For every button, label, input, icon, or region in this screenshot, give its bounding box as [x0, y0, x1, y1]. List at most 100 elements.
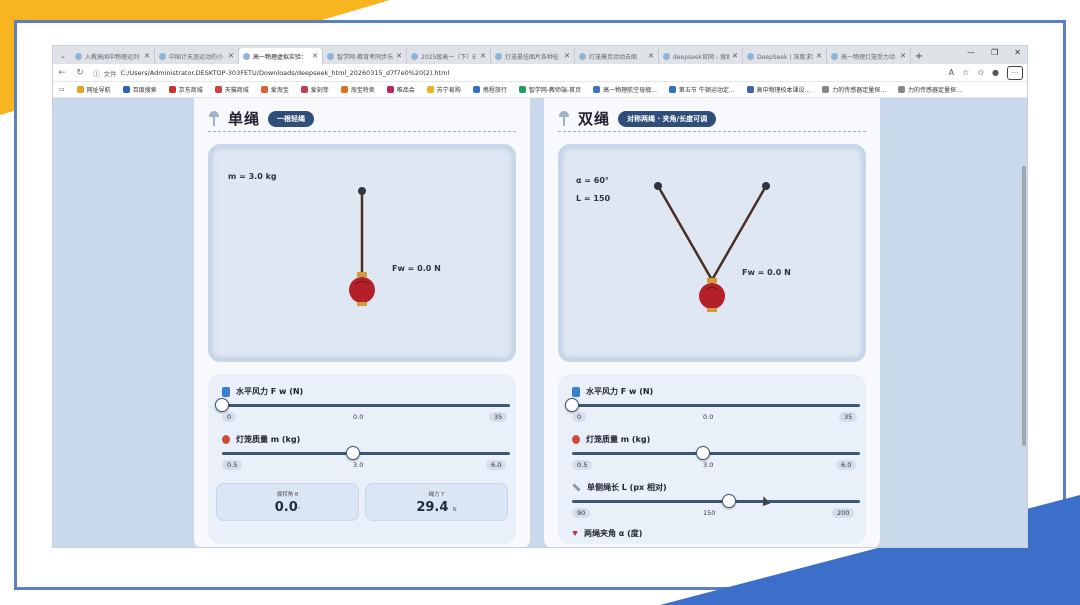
bookmark-item[interactable]: 百度搜索 — [122, 85, 157, 94]
bookmark-item[interactable]: 高中物理校本课设... — [746, 85, 810, 94]
tension-stat: 绳力 T 29.4 N — [365, 483, 508, 521]
wind-value: 0.0 — [353, 413, 364, 421]
page-content: 单绳 一根轻绳 m = 3.0 kg Fw = 0.0 N 水平风力 F w (… — [53, 98, 1027, 547]
bookmark-item[interactable]: 爱淘宝 — [260, 85, 289, 94]
bookmarks-toggle-icon[interactable]: ▭ — [59, 86, 65, 93]
bookmark-item[interactable]: 第五节 牛顿运动定... — [668, 85, 735, 94]
tab-favicon-icon — [75, 52, 82, 60]
url-field[interactable]: ⓘ 文件 C:/Users/Administrator.DESKTOP-303F… — [93, 68, 941, 78]
page-scrollbar[interactable] — [1021, 98, 1027, 547]
bookmark-item[interactable]: 爱刻菲 — [300, 85, 329, 94]
lantern-cap-bottom — [707, 308, 717, 312]
bookmark-label: 爱刻菲 — [310, 87, 329, 94]
browser-tab[interactable]: 高一物理虚拟实验： ✕ — [239, 48, 323, 64]
double-rope-title: 双绳 — [578, 110, 611, 128]
mass-slider-thumb[interactable] — [345, 446, 360, 460]
bookmark-item[interactable]: 唯品会 — [386, 85, 415, 94]
profile-icon[interactable]: ● — [992, 68, 999, 77]
bookmark-item[interactable]: 高一物理航空母舰... — [593, 85, 657, 94]
right-rope — [710, 185, 768, 281]
bookmark-label: 天猫商城 — [224, 87, 249, 94]
bookmark-label: 网址导航 — [86, 87, 111, 94]
bookmark-item[interactable]: 力的传感器定量探... — [822, 85, 886, 94]
tab-list-button[interactable]: ⌄ — [55, 48, 71, 64]
mass-slider[interactable] — [222, 446, 510, 460]
tab-favicon-icon — [747, 52, 754, 60]
browser-tab[interactable]: 2025级高一（下）E ✕ — [407, 48, 491, 64]
bookmark-item[interactable]: 京东商城 — [168, 85, 203, 94]
browser-tab[interactable]: 灯笼悬挂图片各种征 ✕ — [491, 48, 575, 64]
bookmark-label: 智学网-教师端-首页 — [528, 87, 582, 94]
mass-min: 0.5 — [572, 460, 593, 470]
tab-favicon-icon — [831, 52, 838, 60]
favorites-icon[interactable]: ✩ — [977, 68, 984, 77]
close-tab-icon[interactable]: ✕ — [312, 52, 318, 60]
close-tab-icon[interactable]: ✕ — [396, 52, 402, 60]
mass-min: 0.5 — [222, 460, 243, 470]
length-max: 200 — [832, 508, 855, 518]
address-bar: ← ↻ ⓘ 文件 C:/Users/Administrator.DESKTOP-… — [53, 64, 1027, 82]
tab-label: 灯笼悬挂图片各种征 — [505, 53, 560, 61]
close-tab-icon[interactable]: ✕ — [144, 52, 150, 60]
close-window-icon[interactable]: ✕ — [1014, 48, 1021, 57]
browser-tab[interactable]: 灯笼模页动动去图 ✕ — [575, 48, 659, 64]
mass-slider[interactable] — [572, 446, 860, 460]
wind-min: 0 — [572, 412, 587, 422]
wind-slider-thumb[interactable] — [565, 398, 579, 412]
close-tab-icon[interactable]: ✕ — [900, 52, 906, 60]
close-tab-icon[interactable]: ✕ — [228, 52, 234, 60]
close-tab-icon[interactable]: ✕ — [564, 52, 570, 60]
close-tab-icon[interactable]: ✕ — [480, 52, 486, 60]
new-tab-button[interactable]: + — [911, 48, 927, 64]
bookmark-icon — [386, 86, 394, 93]
mass-max: 6.0 — [486, 460, 507, 470]
restore-icon[interactable]: ❐ — [991, 48, 998, 57]
bookmark-icon — [898, 86, 906, 93]
close-tab-icon[interactable]: ✕ — [648, 52, 654, 60]
bookmark-label: 第五节 牛顿运动定... — [678, 87, 735, 94]
bookmark-item[interactable]: 力的传感器定量探... — [898, 85, 962, 94]
length-slider-thumb[interactable] — [722, 494, 737, 508]
tab-favicon-icon — [243, 52, 250, 60]
bookmark-item[interactable]: 网址导航 — [76, 85, 111, 94]
tab-favicon-icon — [327, 52, 334, 60]
favorite-star-icon[interactable]: ☆ — [962, 68, 969, 77]
tab-label: deepseek官网 - 搜索 — [673, 53, 730, 61]
close-tab-icon[interactable]: ✕ — [732, 52, 738, 60]
browser-tab[interactable]: 入教高闻中物理运列 ✕ — [71, 48, 155, 64]
bookmark-icon — [472, 86, 480, 93]
bookmark-item[interactable]: 智学网-教师端-首页 — [518, 85, 582, 94]
wind-slider-thumb[interactable] — [215, 398, 229, 412]
browser-tab[interactable]: 高一物理灯笼受力动 ✕ — [827, 48, 911, 64]
bookmark-icon — [214, 86, 222, 93]
browser-tab[interactable]: DeepSeek | 深度求索 ✕ — [743, 48, 827, 64]
back-icon[interactable]: ← — [57, 68, 67, 78]
read-aloud-icon[interactable]: A — [949, 68, 954, 77]
wind-slider[interactable] — [215, 398, 510, 412]
wind-slider[interactable] — [565, 398, 860, 412]
single-rope-title: 单绳 — [228, 110, 261, 128]
browser-tab[interactable]: 智学网-教育考同步乐 ✕ — [323, 48, 407, 64]
lantern — [699, 283, 725, 309]
length-slider[interactable] — [572, 494, 860, 508]
lamp-icon — [558, 110, 570, 127]
url-text: C:/Users/Administrator.DESKTOP-303FETU/D… — [120, 68, 450, 77]
wind-label: 水平风力 F w (N) — [222, 386, 303, 397]
bookmark-item[interactable]: 携程旅行 — [472, 85, 507, 94]
mass-readout: m = 3.0 kg — [228, 172, 277, 181]
double-rope-header: 双绳 对称两绳 · 夹角/长度可调 — [558, 106, 866, 132]
browser-tab[interactable]: deepseek官网 - 搜索 ✕ — [659, 48, 743, 64]
scrollbar-thumb[interactable] — [1022, 166, 1026, 446]
minimize-icon[interactable]: — — [967, 48, 975, 57]
tab-label: 高一物理灯笼受力动 — [841, 53, 896, 61]
more-menu-button[interactable]: ··· — [1007, 65, 1023, 80]
bookmark-item[interactable]: 淘宝特卖 — [340, 85, 375, 94]
browser-tab[interactable]: 中国计天涯运动的小 ✕ — [155, 48, 239, 64]
bookmark-item[interactable]: 天猫商城 — [214, 85, 249, 94]
bookmark-item[interactable]: 苏宁易购 — [426, 85, 461, 94]
deflection-angle-value: 0.0 — [274, 500, 298, 515]
deflection-angle-stat: 偏转角 θ 0.0° — [216, 483, 359, 521]
refresh-icon[interactable]: ↻ — [75, 68, 85, 78]
close-tab-icon[interactable]: ✕ — [816, 52, 822, 60]
mass-slider-thumb[interactable] — [695, 446, 710, 460]
